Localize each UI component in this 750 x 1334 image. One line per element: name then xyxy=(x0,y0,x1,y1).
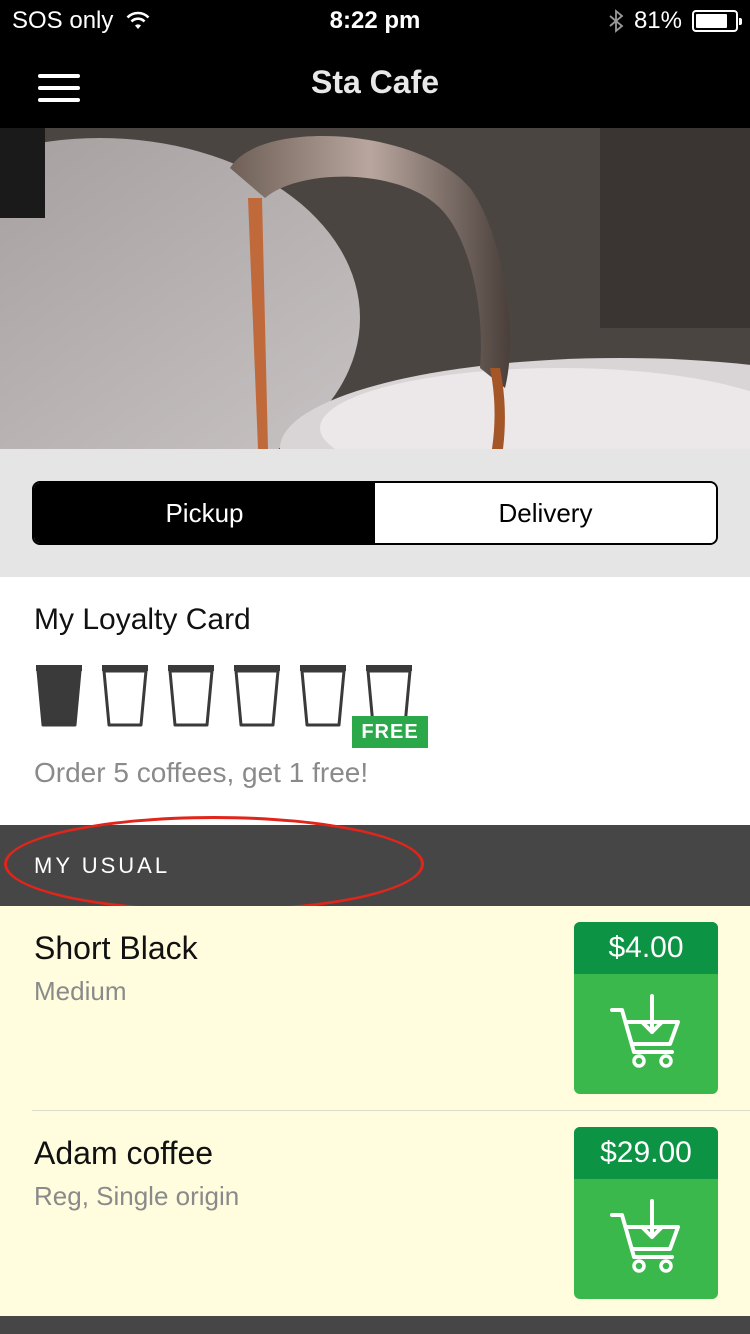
loyalty-card: My Loyalty Card FREE Order 5 coffees, ge… xyxy=(0,577,750,825)
item-options: Reg, Single origin xyxy=(34,1181,240,1211)
empty-cup-icon xyxy=(168,665,214,727)
loyalty-note: Order 5 coffees, get 1 free! xyxy=(34,757,369,788)
battery-fill xyxy=(696,14,727,28)
price-label: $4.00 xyxy=(574,922,718,974)
item-name: Adam coffee xyxy=(34,1135,214,1171)
bottom-strip xyxy=(0,1316,750,1334)
cart-add-icon xyxy=(610,994,680,1068)
price-label: $29.00 xyxy=(574,1127,718,1179)
nav-bar: Sta Cafe xyxy=(0,40,750,128)
battery-percent: 81% xyxy=(633,7,682,34)
free-badge: FREE xyxy=(352,716,428,748)
espresso-pouring-photo xyxy=(0,128,750,449)
list-item[interactable]: Adam coffee Reg, Single origin $29.00 xyxy=(0,1111,750,1316)
delivery-tab[interactable]: Delivery xyxy=(375,483,716,543)
empty-cup-icon xyxy=(234,665,280,727)
section-title: MY USUAL xyxy=(34,853,171,878)
usual-list: Short Black Medium $4.00 Adam coffee Reg… xyxy=(0,906,750,1316)
item-name: Short Black xyxy=(34,930,198,966)
pickup-tab[interactable]: Pickup xyxy=(34,483,375,543)
add-to-cart-button[interactable]: $29.00 xyxy=(574,1127,718,1299)
stamped-cup-icon xyxy=(36,665,82,727)
empty-cup-icon xyxy=(300,665,346,727)
item-options: Medium xyxy=(34,976,127,1006)
cart-add-icon xyxy=(610,1199,680,1273)
order-mode-segmented-control: Pickup Delivery xyxy=(32,481,718,545)
order-mode-area: Pickup Delivery xyxy=(0,449,750,577)
status-bar: SOS only 8:22 pm 81% xyxy=(0,0,750,40)
bluetooth-icon xyxy=(609,9,624,33)
page-title: Sta Cafe xyxy=(310,64,440,100)
list-item[interactable]: Short Black Medium $4.00 xyxy=(0,906,750,1111)
empty-cup-icon xyxy=(102,665,148,727)
my-usual-header: MY USUAL xyxy=(0,825,750,906)
loyalty-title: My Loyalty Card xyxy=(34,603,251,636)
battery-icon xyxy=(692,10,742,32)
add-to-cart-button[interactable]: $4.00 xyxy=(574,922,718,1094)
